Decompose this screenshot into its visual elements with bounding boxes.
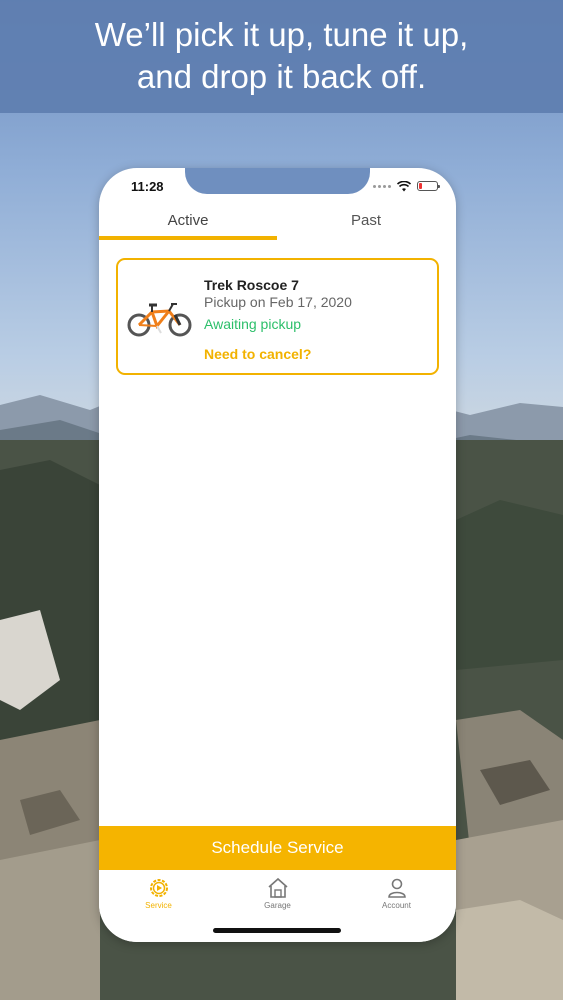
order-tabs: Active Past: [99, 212, 456, 240]
service-gear-icon: [149, 879, 168, 897]
schedule-service-button[interactable]: Schedule Service: [99, 826, 456, 870]
home-indicator: [213, 928, 341, 933]
tab-active[interactable]: Active: [99, 212, 277, 240]
tab-past[interactable]: Past: [277, 212, 455, 240]
bike-name: Trek Roscoe 7: [204, 277, 299, 293]
service-order-card[interactable]: Trek Roscoe 7 Pickup on Feb 17, 2020 Awa…: [116, 258, 439, 375]
garage-icon: [267, 877, 288, 898]
order-status: Awaiting pickup: [204, 316, 302, 332]
signal-dots-icon: [373, 184, 391, 188]
wifi-icon: [397, 180, 411, 191]
bike-icon: [127, 303, 192, 337]
tabbar-label-garage: Garage: [264, 901, 291, 910]
tabbar-label-account: Account: [382, 901, 411, 910]
battery-icon: [417, 181, 440, 191]
phone-screen: 11:28 Active Past Trek Roscoe 7 Pickup o…: [99, 168, 456, 942]
status-time: 11:28: [131, 179, 164, 194]
pickup-date: Pickup on Feb 17, 2020: [204, 294, 352, 310]
tabbar-item-account[interactable]: Account: [337, 870, 456, 942]
account-icon: [387, 878, 406, 898]
cancel-link[interactable]: Need to cancel?: [204, 346, 311, 362]
tabbar-label-service: Service: [145, 901, 172, 910]
tabbar-item-service[interactable]: Service: [99, 870, 218, 942]
status-icons: [373, 179, 440, 193]
promo-headline: We’ll pick it up, tune it up, and drop i…: [94, 16, 469, 95]
promo-banner: We’ll pick it up, tune it up, and drop i…: [0, 0, 563, 113]
phone-notch: [185, 168, 370, 194]
